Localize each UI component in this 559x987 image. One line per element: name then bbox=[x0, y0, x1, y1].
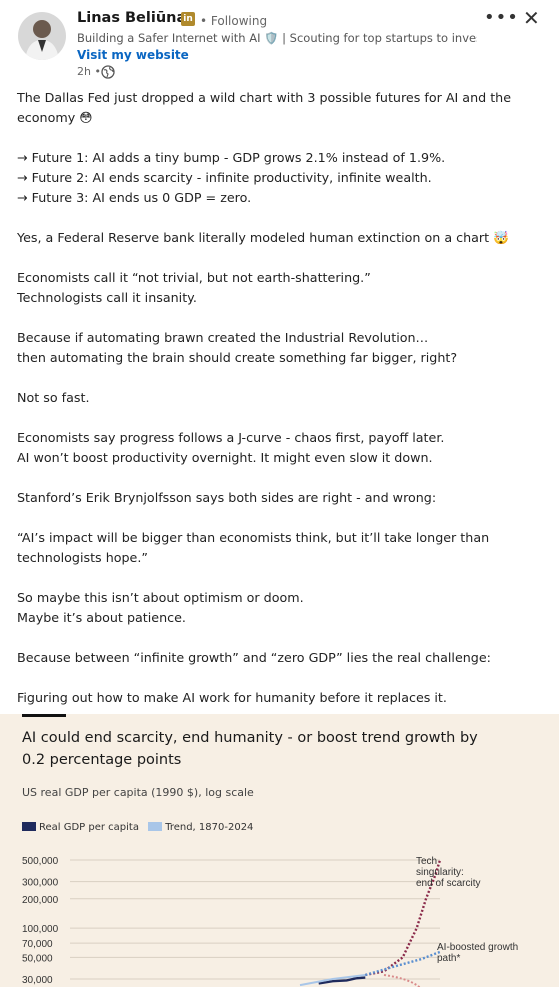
post-body: The Dallas Fed just dropped a wild chart… bbox=[17, 88, 517, 708]
chart-y-tick-label: 200,000 bbox=[22, 895, 59, 906]
chart-y-tick-label: 70,000 bbox=[22, 939, 53, 950]
chart-y-tick-label: 30,000 bbox=[22, 975, 53, 986]
post-paragraph: Economists call it “not trivial, but not… bbox=[17, 270, 371, 305]
visit-website-link[interactable]: Visit my website bbox=[77, 48, 189, 62]
post-timestamp: 2h • bbox=[77, 65, 101, 78]
avatar[interactable] bbox=[18, 12, 66, 60]
chart-y-tick-label: 500,000 bbox=[22, 856, 59, 867]
post-paragraph: The Dallas Fed just dropped a wild chart… bbox=[17, 90, 512, 125]
post-paragraph: Because if automating brawn created the … bbox=[17, 330, 458, 365]
post-paragraph: Economists say progress follows a J-curv… bbox=[17, 430, 445, 465]
close-icon[interactable]: ✕ bbox=[523, 8, 540, 28]
chart-y-tick-label: 100,000 bbox=[22, 924, 59, 935]
post-header: Linas Beliūnas in • Following Building a… bbox=[0, 0, 559, 88]
chart-annotation: path* bbox=[437, 953, 460, 964]
post-paragraph: Yes, a Federal Reserve bank literally mo… bbox=[17, 230, 509, 245]
author-name[interactable]: Linas Beliūnas bbox=[77, 10, 195, 26]
post-chart-image[interactable]: AI could end scarcity, end humanity - or… bbox=[0, 714, 559, 987]
post-paragraph: Because between “infinite growth” and “z… bbox=[17, 650, 491, 665]
chart-annotation: Tech bbox=[416, 856, 437, 867]
post-paragraph: Figuring out how to make AI work for hum… bbox=[17, 690, 447, 705]
globe-icon bbox=[101, 64, 115, 79]
chart-y-tick-label: 50,000 bbox=[22, 953, 53, 964]
post-paragraph: “AI’s impact will be bigger than economi… bbox=[17, 530, 490, 565]
more-options-icon[interactable]: ••• bbox=[484, 8, 519, 28]
post-paragraph: Not so fast. bbox=[17, 390, 90, 405]
chart-annotation: end of scarcity bbox=[416, 878, 480, 889]
chart-annotation: AI-boosted growth bbox=[437, 942, 518, 953]
chart-plot: 500,000 300,000 200,000 100,000 70,000 50,000… bbox=[22, 856, 518, 987]
chart-annotation: singularity: bbox=[416, 867, 464, 878]
follow-status: • Following bbox=[200, 14, 268, 28]
post-paragraph: Stanford’s Erik Brynjolfsson says both s… bbox=[17, 490, 437, 505]
post-paragraph: So maybe this isn’t about optimism or do… bbox=[17, 590, 304, 625]
chart-series-line bbox=[383, 973, 421, 987]
author-headline: Building a Safer Internet with AI 🛡️ | S… bbox=[77, 31, 477, 45]
linkedin-premium-badge-icon: in bbox=[181, 12, 195, 26]
post-paragraph: → Future 1: AI adds a tiny bump - GDP gr… bbox=[17, 150, 446, 205]
chart-y-tick-label: 300,000 bbox=[22, 878, 59, 889]
